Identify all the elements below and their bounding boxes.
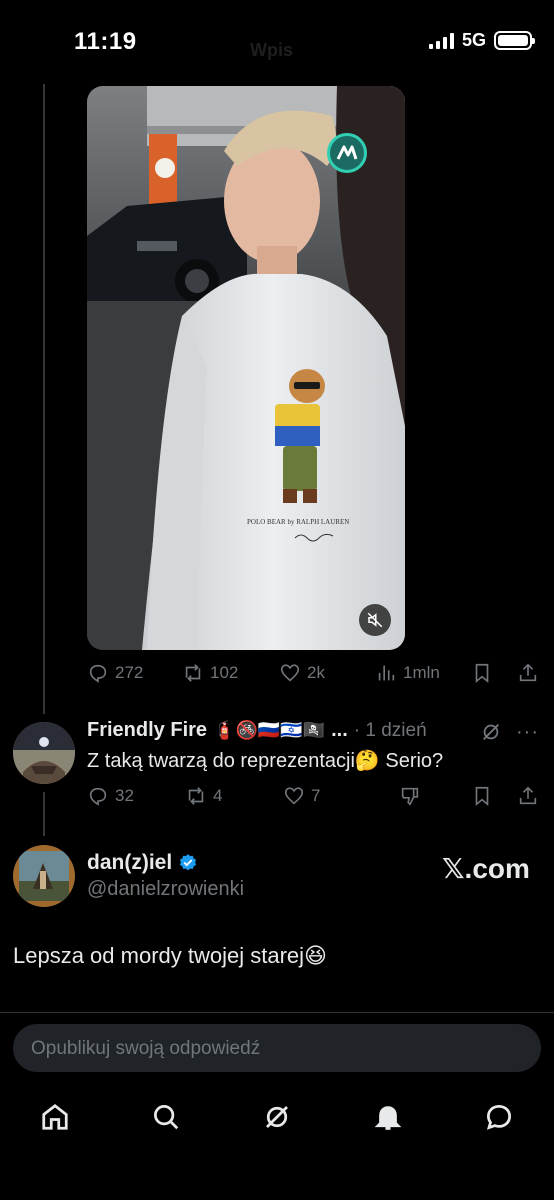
reply-reply-count: 32	[115, 786, 134, 805]
reply-tweet-actions: 32 4 7	[87, 785, 547, 811]
reply-icon	[89, 664, 107, 683]
bookmark-icon	[475, 786, 489, 807]
reply-avatar[interactable]	[13, 722, 75, 784]
video-frame: POLO BEAR by RALPH LAUREN	[87, 86, 405, 650]
repost-icon	[185, 664, 201, 682]
status-indicators: 5G	[428, 30, 535, 51]
heart-icon	[284, 787, 304, 805]
search-icon	[154, 1105, 179, 1130]
tweet-video[interactable]: POLO BEAR by RALPH LAUREN	[87, 86, 405, 650]
home-icon	[42, 1104, 68, 1130]
bell-icon	[374, 1106, 402, 1130]
reply-name-ellipsis: ...	[331, 719, 348, 741]
bookmark-button[interactable]	[471, 662, 493, 684]
shirt-print-text: POLO BEAR by RALPH LAUREN	[247, 518, 349, 526]
tweet-body: Lepsza od mordy twojej starej😆	[13, 943, 327, 968]
reply-input[interactable]: Opublikuj swoją odpowiedź	[13, 1024, 541, 1072]
verified-badge-icon	[180, 854, 197, 871]
repost-button[interactable]: 102	[182, 662, 238, 684]
status-bar: 11:19 Wpis 5G	[0, 0, 554, 80]
reply-icon	[89, 787, 107, 806]
share-icon	[519, 663, 537, 682]
bookmark-icon	[475, 663, 489, 684]
message-icon	[486, 1104, 512, 1130]
tab-notifications[interactable]	[363, 1092, 413, 1142]
tab-messages[interactable]	[474, 1092, 524, 1142]
reply-share-button[interactable]	[517, 785, 539, 807]
reply-author-emojis: 🧯🚳🇷🇺🇮🇱🏴‍☠️	[213, 720, 326, 740]
like-button[interactable]: 2k	[279, 662, 325, 684]
tab-home[interactable]	[30, 1092, 80, 1142]
thread-line-top	[43, 84, 45, 714]
reply-time: · 1 dzień	[353, 719, 427, 741]
author-header[interactable]: dan(z)iel	[87, 851, 198, 875]
author-handle[interactable]: @danielzrowienki	[87, 878, 244, 901]
tab-search[interactable]	[141, 1092, 191, 1142]
reply-text: Z taką twarzą do reprezentacji🤔 Serio?	[87, 750, 444, 772]
reply-like-count: 7	[311, 786, 321, 805]
page-title-ghost: Wpis	[250, 40, 293, 60]
more-icon[interactable]: ···	[516, 721, 539, 744]
repost-count: 102	[210, 663, 239, 682]
reply-repost-count: 4	[213, 786, 223, 805]
heart-icon	[280, 664, 300, 682]
grok-icon[interactable]	[480, 721, 502, 748]
dislike-button[interactable]	[399, 785, 421, 807]
author-avatar[interactable]	[13, 845, 75, 907]
bottom-tab-bar	[0, 1092, 554, 1142]
reply-like-button[interactable]: 7	[283, 785, 320, 807]
reply-reply-button[interactable]: 32	[87, 785, 134, 807]
status-time: 11:19	[74, 28, 137, 55]
repost-icon	[188, 787, 204, 805]
reply-repost-button[interactable]: 4	[185, 785, 222, 807]
share-icon	[519, 786, 537, 805]
reply-bookmark-button[interactable]	[471, 785, 493, 807]
signal-icon	[428, 32, 454, 49]
reply-button[interactable]: 272	[87, 662, 143, 684]
reply-count: 272	[115, 663, 144, 682]
m-logo-icon[interactable]	[327, 133, 367, 173]
author-name[interactable]: dan(z)iel	[87, 851, 172, 875]
reply-author-name[interactable]: Friendly Fire	[87, 719, 207, 742]
network-label: 5G	[461, 30, 486, 50]
grok-icon	[266, 1106, 288, 1128]
views-button[interactable]: 1mln	[375, 662, 440, 684]
main-tweet-actions: 272 102 2k 1mln	[87, 662, 547, 688]
divider	[0, 1012, 554, 1013]
like-count: 2k	[307, 663, 325, 682]
reply-header: Friendly Fire 🧯🚳🇷🇺🇮🇱🏴‍☠️ ... · 1 dzień	[87, 719, 427, 742]
mute-icon[interactable]	[359, 604, 391, 636]
thumbs-down-icon	[401, 787, 419, 806]
share-button[interactable]	[517, 662, 539, 684]
views-icon	[378, 665, 395, 681]
x-watermark: 𝕏.com	[442, 853, 530, 884]
views-count: 1mln	[403, 663, 440, 682]
thread-line-reply	[43, 792, 45, 836]
battery-icon	[494, 31, 535, 50]
tab-grok[interactable]	[252, 1092, 302, 1142]
